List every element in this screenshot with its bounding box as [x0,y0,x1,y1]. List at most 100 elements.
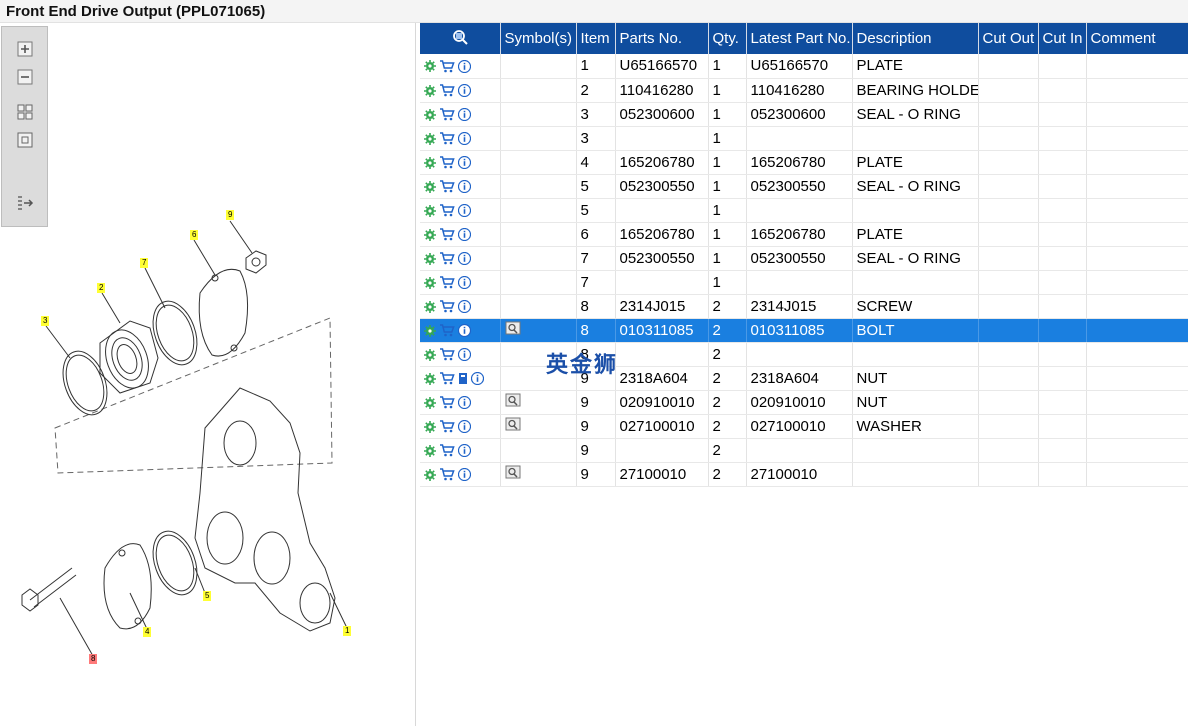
cart-icon[interactable] [439,348,455,361]
callout-9[interactable]: 9 [226,210,235,220]
header-cut-out[interactable]: Cut Out [978,23,1039,54]
cart-icon[interactable] [439,180,455,193]
info-icon[interactable] [458,108,471,122]
cart-icon[interactable] [439,204,455,217]
cart-icon[interactable] [439,60,455,73]
gear-icon[interactable] [424,300,436,313]
callout-2[interactable]: 2 [97,283,106,293]
manual-icon[interactable] [458,372,468,385]
info-icon[interactable] [458,132,471,146]
info-icon[interactable] [458,276,471,290]
gear-icon[interactable] [424,60,436,73]
header-latest-part[interactable]: Latest Part No. [746,23,853,54]
table-row[interactable]: 9 020910010 2 020910010 NUT [420,390,1188,415]
reference-symbol-icon[interactable] [505,417,521,431]
info-icon[interactable] [458,348,471,362]
header-item[interactable]: Item [576,23,616,54]
table-row[interactable]: 1 U65166570 1 U65166570 PLATE [420,54,1188,79]
callout-3[interactable]: 3 [41,316,50,326]
table-row[interactable]: 8 010311085 2 010311085 BOLT [420,318,1188,343]
gear-icon[interactable] [424,180,436,193]
info-icon[interactable] [471,372,484,386]
gear-icon[interactable] [424,132,436,145]
cart-icon[interactable] [439,372,455,385]
table-row[interactable]: 82 [420,342,1188,367]
cart-icon[interactable] [439,252,455,265]
info-icon[interactable] [458,228,471,242]
cart-icon[interactable] [439,468,455,481]
table-row[interactable]: 92 [420,438,1188,463]
gear-icon[interactable] [424,276,436,289]
header-comment[interactable]: Comment [1086,23,1188,54]
header-icons[interactable] [420,23,501,54]
cart-icon[interactable] [439,324,455,337]
table-row[interactable]: 2 110416280 1 110416280 BEARING HOLDER [420,78,1188,103]
gear-icon[interactable] [424,468,436,481]
table-row[interactable]: 6 165206780 1 165206780 PLATE [420,222,1188,247]
table-row[interactable]: 71 [420,270,1188,295]
callout-8[interactable]: 8 [89,654,98,664]
cart-icon[interactable] [439,300,455,313]
header-qty[interactable]: Qty. [708,23,747,54]
table-row[interactable]: 7 052300550 1 052300550 SEAL - O RING [420,246,1188,271]
callout-7[interactable]: 7 [140,258,149,268]
table-row[interactable]: 3 052300600 1 052300600 SEAL - O RING [420,102,1188,127]
info-icon[interactable] [458,59,471,73]
callout-5[interactable]: 5 [203,591,212,601]
info-icon[interactable] [458,156,471,170]
cart-icon[interactable] [439,276,455,289]
gear-icon[interactable] [424,156,436,169]
gear-icon[interactable] [424,396,436,409]
info-icon[interactable] [458,300,471,314]
callout-6[interactable]: 6 [190,230,199,240]
row-actions [420,438,501,463]
info-icon[interactable] [458,324,471,338]
header-cut-in[interactable]: Cut In [1038,23,1087,54]
info-icon[interactable] [458,396,471,410]
table-row[interactable]: 31 [420,126,1188,151]
reference-symbol-icon[interactable] [505,393,521,407]
reference-symbol-icon[interactable] [505,321,521,335]
cart-icon[interactable] [439,396,455,409]
gear-icon[interactable] [424,252,436,265]
gear-icon[interactable] [424,420,436,433]
header-description[interactable]: Description [852,23,979,54]
cart-icon[interactable] [439,156,455,169]
info-icon[interactable] [458,180,471,194]
gear-icon[interactable] [424,348,436,361]
callout-4[interactable]: 4 [143,627,152,637]
info-icon[interactable] [458,444,471,458]
gear-icon[interactable] [424,228,436,241]
table-row[interactable]: 4 165206780 1 165206780 PLATE [420,150,1188,175]
cart-icon[interactable] [439,420,455,433]
gear-icon[interactable] [424,372,436,385]
header-symbols[interactable]: Symbol(s) [500,23,577,54]
cart-icon[interactable] [439,84,455,97]
info-icon[interactable] [458,84,471,98]
table-row[interactable]: 9 2318A604 2 2318A604 NUT [420,366,1188,391]
gear-icon[interactable] [424,204,436,217]
info-icon[interactable] [458,252,471,266]
table-row[interactable]: 9 027100010 2 027100010 WASHER [420,414,1188,439]
info-icon[interactable] [458,420,471,434]
header-parts-no[interactable]: Parts No. [615,23,709,54]
table-row[interactable]: 5 052300550 1 052300550 SEAL - O RING [420,174,1188,199]
table-row[interactable]: 8 2314J015 2 2314J015 SCREW [420,294,1188,319]
info-icon[interactable] [458,468,471,482]
table-row[interactable]: 9 27100010 2 27100010 [420,462,1188,487]
cart-icon[interactable] [439,228,455,241]
gear-icon[interactable] [424,444,436,457]
diagram-panel[interactable]: 9 6 7 2 3 5 4 1 8 [0,23,416,726]
gear-icon[interactable] [424,108,436,121]
callout-1[interactable]: 1 [343,626,352,636]
gear-icon[interactable] [424,324,436,337]
cart-icon[interactable] [439,132,455,145]
gear-icon[interactable] [424,84,436,97]
symbols-cell [500,174,577,199]
cart-icon[interactable] [439,444,455,457]
cart-icon[interactable] [439,108,455,121]
reference-symbol-icon[interactable] [505,465,521,479]
info-icon[interactable] [458,204,471,218]
table-row[interactable]: 51 [420,198,1188,223]
part-no-cell [615,342,709,367]
